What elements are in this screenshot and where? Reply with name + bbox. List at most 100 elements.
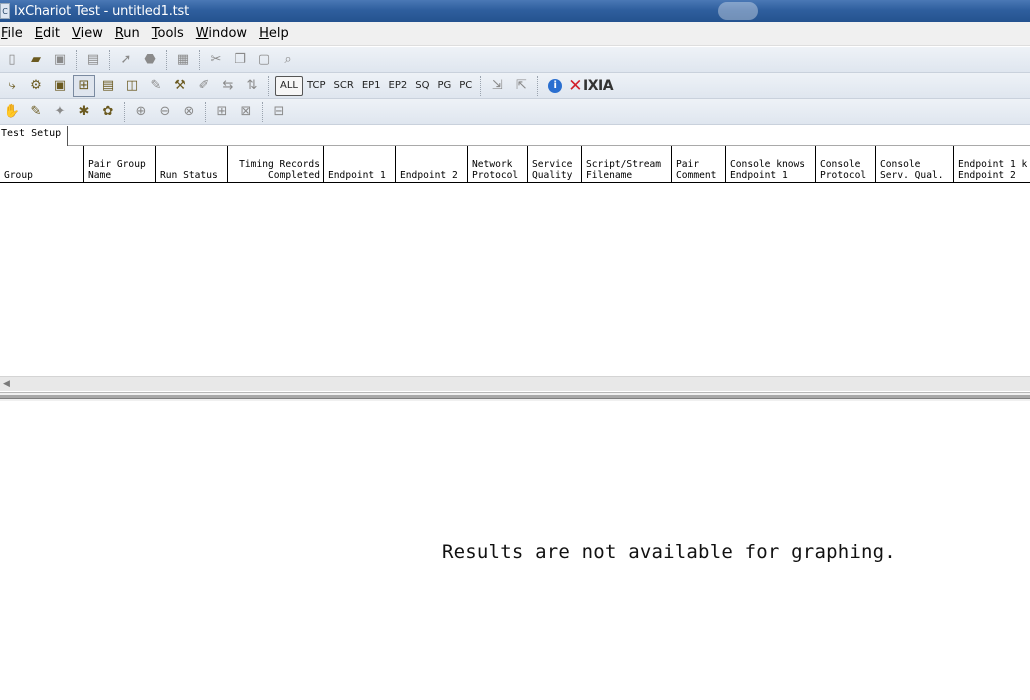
info-icon[interactable]: i <box>548 78 563 93</box>
find-icon[interactable]: ⌕ <box>277 49 299 71</box>
col-label-1: Network <box>472 159 513 170</box>
filter-tcp-button[interactable]: TCP <box>303 76 330 96</box>
edit-pair-icon[interactable]: ✎ <box>145 75 167 97</box>
menu-edit-mnemonic: E <box>34 26 43 41</box>
export-icon[interactable]: ⇲ <box>486 75 508 97</box>
col-network-protocol[interactable]: Network Protocol <box>468 146 528 183</box>
network-icon[interactable]: ⊞ <box>73 74 95 97</box>
menu-tools-label: ools <box>157 26 184 41</box>
filter-pg-button[interactable]: PG <box>433 76 455 96</box>
col-label-2: Endpoint 2 <box>958 170 1016 181</box>
endpoint-icon[interactable]: ▤ <box>97 75 119 97</box>
filter-ep2-button[interactable]: EP2 <box>385 76 412 96</box>
cut-icon[interactable]: ✂ <box>205 49 227 71</box>
open-folder-icon[interactable]: ▰ <box>25 49 47 71</box>
menu-view-mnemonic: V <box>71 26 81 41</box>
col-run-status[interactable]: Run Status <box>156 146 228 183</box>
toolbar-separator <box>537 75 539 96</box>
group-icon[interactable]: ✋ <box>1 101 23 123</box>
col-group[interactable]: Group <box>0 146 84 183</box>
toolbar-separator <box>76 49 77 70</box>
add-pair-icon[interactable]: ⤷ <box>1 75 23 97</box>
toolbar-separator <box>480 75 482 96</box>
col-label-2: Quality <box>532 170 573 181</box>
col-label-2: Protocol <box>820 170 867 181</box>
paste-icon[interactable]: ▢ <box>253 49 275 71</box>
horizontal-scrollbar[interactable]: ◀ <box>0 376 1030 391</box>
tab-test-setup[interactable]: Test Setup <box>0 126 69 146</box>
menu-view-label: iew <box>80 26 103 41</box>
col-label-1: Script/Stream <box>586 159 662 170</box>
replicate-pair-icon[interactable]: ⚒ <box>169 75 191 97</box>
col-label-1: Pair <box>676 159 700 170</box>
menu-help-mnemonic: H <box>259 26 269 41</box>
toolbar-separator <box>124 101 125 122</box>
copy-icon[interactable]: ❐ <box>229 49 251 71</box>
print-icon[interactable]: ▤ <box>82 49 104 71</box>
collapse-all-icon[interactable]: ⊖ <box>154 101 176 123</box>
ixia-logo-text: IXIA <box>583 77 614 94</box>
ungroup-icon[interactable]: ✎ <box>25 101 47 123</box>
toolbar-separator <box>109 49 110 70</box>
col-console-knows-ep1[interactable]: Console knows Endpoint 1 <box>726 146 816 183</box>
col-console-serv-qual[interactable]: Console Serv. Qual. <box>876 146 954 183</box>
filter-scr-button[interactable]: SCR <box>330 76 358 96</box>
col-label-1: Endpoint 1 k <box>958 159 1028 170</box>
run-icon[interactable]: ➚ <box>115 49 137 71</box>
menu-file[interactable]: File <box>0 26 29 41</box>
col-label-2: Endpoint 1 <box>328 170 386 181</box>
col-console-protocol[interactable]: Console Protocol <box>816 146 876 183</box>
ixia-logo: ✕ IXIA <box>568 76 613 96</box>
filter-all-button[interactable]: ALL <box>275 75 303 96</box>
import-icon[interactable]: ⇱ <box>510 75 532 97</box>
filter-sq-button[interactable]: SQ <box>411 76 433 96</box>
ixia-logo-mark: ✕ <box>568 75 583 96</box>
add-video-pair-icon[interactable]: ▣ <box>49 75 71 97</box>
col-endpoint-1-knows-ep2[interactable]: Endpoint 1 k Endpoint 2 <box>954 146 1030 183</box>
col-service-quality[interactable]: Service Quality <box>528 146 582 183</box>
col-label-2: Endpoint 1 <box>730 170 788 181</box>
pane-splitter[interactable] <box>0 392 1030 401</box>
col-label-2: Run Status <box>160 170 218 181</box>
toolbar-pairs: ⤷ ⚙ ▣ ⊞ ▤ ◫ ✎ ⚒ ✐ ⇆ ⇅ ALL TCP SCR EP1 EP… <box>0 73 1030 99</box>
menu-tools[interactable]: Tools <box>146 26 190 41</box>
group-unlink-icon[interactable]: ⊠ <box>235 101 257 123</box>
title-bar-highlight <box>718 2 758 20</box>
swap-icon[interactable]: ⇆ <box>217 75 239 97</box>
col-timing-records[interactable]: Timing Records Completed <box>228 146 324 183</box>
group-move-icon[interactable]: ⊗ <box>178 101 200 123</box>
graph-pane: Results are not available for graphing. <box>0 401 1030 700</box>
sort-icon[interactable]: ⇅ <box>241 75 263 97</box>
properties-icon[interactable]: ▦ <box>172 49 194 71</box>
group-link-icon[interactable]: ⊞ <box>211 101 233 123</box>
delete-pair-icon[interactable]: ✐ <box>193 75 215 97</box>
group-settings-icon[interactable]: ✦ <box>49 101 71 123</box>
group-color-icon[interactable]: ✿ <box>97 101 119 123</box>
menu-window[interactable]: Window <box>190 26 253 41</box>
col-endpoint-1[interactable]: Endpoint 1 <box>324 146 396 183</box>
scroll-left-icon[interactable]: ◀ <box>3 379 10 389</box>
add-multicast-icon[interactable]: ⚙ <box>25 75 47 97</box>
menu-run[interactable]: Run <box>109 26 146 41</box>
filter-ep1-button[interactable]: EP1 <box>358 76 385 96</box>
menu-run-mnemonic: R <box>114 26 124 41</box>
filter-pc-button[interactable]: PC <box>455 76 476 96</box>
col-label-1: Timing Records <box>239 159 320 170</box>
col-endpoint-2[interactable]: Endpoint 2 <box>396 146 468 183</box>
stop-icon[interactable]: ⬣ <box>139 49 161 71</box>
voip-pair-icon[interactable]: ◫ <box>121 75 143 97</box>
expand-all-icon[interactable]: ⊕ <box>130 101 152 123</box>
col-script-filename[interactable]: Script/Stream Filename <box>582 146 672 183</box>
group-edit-icon[interactable]: ✱ <box>73 101 95 123</box>
menu-help[interactable]: Help <box>253 26 295 41</box>
save-icon[interactable]: ▣ <box>49 49 71 71</box>
col-label-2: Filename <box>586 170 633 181</box>
new-file-icon[interactable]: ▯ <box>1 49 23 71</box>
col-pair-comment[interactable]: Pair Comment <box>672 146 726 183</box>
menu-edit[interactable]: Edit <box>29 26 66 41</box>
menu-help-label: elp <box>268 26 289 41</box>
col-pair-group-name[interactable]: Pair Group Name <box>84 146 156 183</box>
menu-view[interactable]: View <box>66 26 109 41</box>
col-label-2: Protocol <box>472 170 519 181</box>
group-delete-icon[interactable]: ⊟ <box>268 101 290 123</box>
